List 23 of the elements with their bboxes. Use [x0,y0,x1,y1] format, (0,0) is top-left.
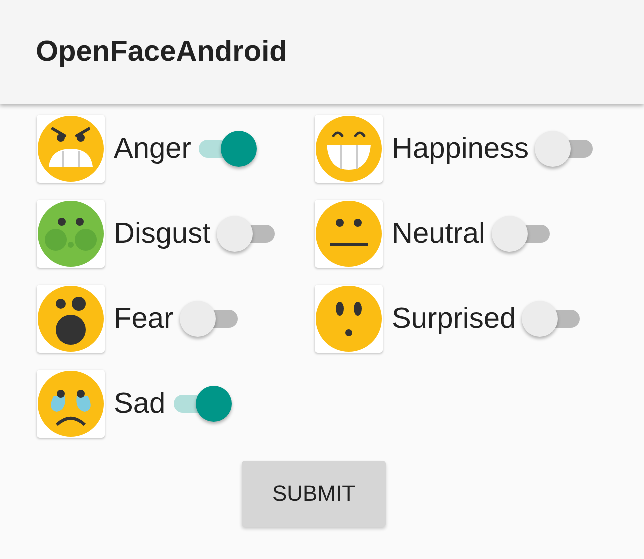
emotion-label: Disgust [114,218,211,250]
toggle-switch[interactable] [216,215,277,253]
toggle-switch[interactable] [522,300,582,338]
shocked-face-icon [37,285,105,353]
neutral-face-icon [315,200,383,268]
grinning-face-icon [315,115,383,183]
toggle-switch[interactable] [197,130,258,168]
angry-face-icon [37,115,105,183]
submit-button[interactable]: SUBMIT [242,461,386,527]
app-title: OpenFaceAndroid [36,36,288,68]
emotion-label: Surprised [392,302,516,336]
emotion-label: Anger [114,132,192,166]
sick-face-icon [37,200,105,268]
surprised-face-icon [315,285,383,353]
emotion-label: Neutral [392,218,486,250]
emotion-label: Happiness [392,132,530,166]
toggle-switch[interactable] [492,215,552,253]
emotion-label: Sad [114,388,166,420]
emotion-label: Fear [114,302,174,336]
crying-face-icon [37,370,105,438]
toggle-switch[interactable] [535,130,596,168]
toggle-switch[interactable] [172,385,232,423]
toggle-switch[interactable] [180,300,240,338]
